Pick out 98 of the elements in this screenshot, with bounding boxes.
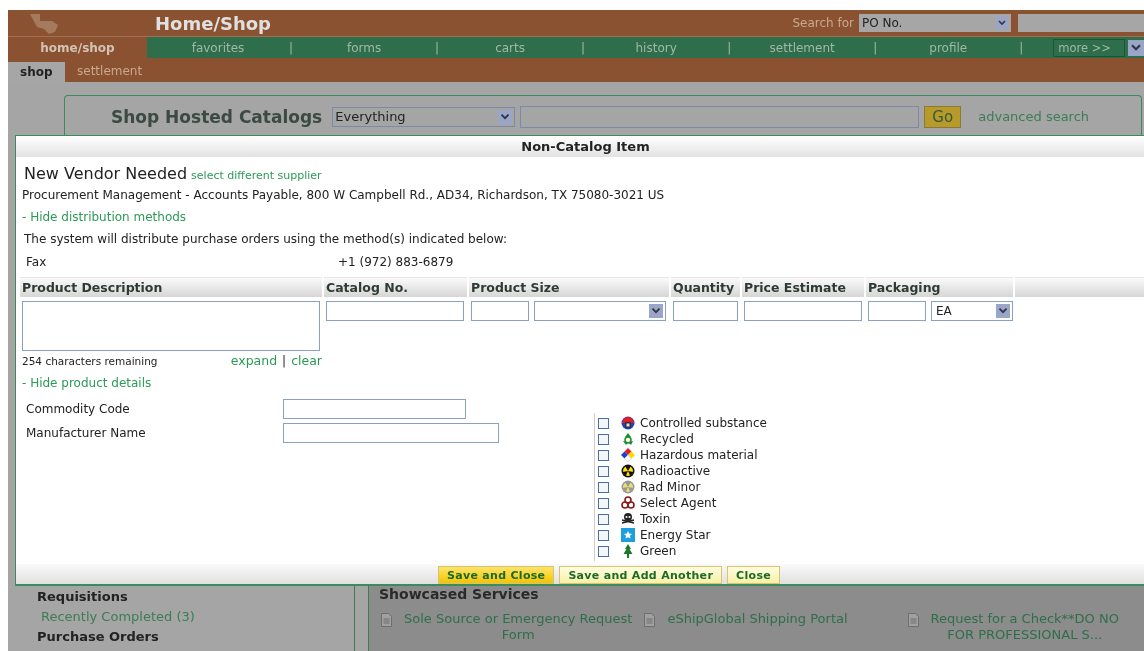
document-icon (644, 613, 656, 627)
sub-tab[interactable]: settlement (65, 62, 155, 80)
service-link[interactable]: eShipGlobal Shipping Portal (667, 611, 848, 627)
checkbox-label: Hazardous material (640, 448, 758, 462)
search-type-dropdown[interactable]: PO No. (859, 14, 1011, 32)
column-header: Price Estimate (742, 277, 864, 297)
character-counter: 254 characters remaining (22, 355, 158, 367)
dialog-button[interactable]: Save and Add Another (559, 566, 723, 584)
link-separator: | (282, 354, 287, 368)
checkbox[interactable] (598, 465, 609, 477)
size-unit-dropdown[interactable] (534, 301, 666, 321)
nav-tab[interactable]: history (585, 37, 728, 58)
document-icon (381, 613, 392, 627)
service-link[interactable]: Request for a Check**DO NO FOR PROFESSIONAL S... (930, 611, 1119, 643)
checkbox-label: Select Agent (640, 496, 717, 510)
tree-icon (621, 544, 635, 558)
catalog-search-field[interactable] (520, 105, 920, 128)
nav-separator: | (289, 40, 294, 55)
page-title: Home/Shop (155, 12, 271, 34)
nav-separator: | (727, 40, 732, 55)
column-header: Catalog No. (324, 277, 467, 297)
catalog-number-field[interactable] (326, 301, 464, 321)
lock-icon (621, 416, 635, 430)
checkbox[interactable] (598, 433, 609, 445)
size-field[interactable] (471, 301, 529, 321)
nav-separator: | (873, 40, 878, 55)
price-field[interactable] (744, 301, 862, 321)
nav-separator: | (435, 40, 440, 55)
star-icon (621, 528, 635, 542)
dropdown-arrow-icon (996, 17, 1008, 29)
checkbox-label: Toxin (640, 512, 671, 526)
section-heading: Purchase Orders (37, 629, 160, 646)
column-header: Product Description (20, 277, 322, 297)
dialog-button[interactable]: Close (727, 566, 781, 584)
dropdown-arrow-icon[interactable] (1128, 39, 1144, 56)
product-details-toggle-link[interactable]: - Hide product details (22, 376, 1144, 390)
section-heading: Requisitions (37, 589, 129, 606)
checkbox[interactable] (598, 481, 609, 493)
text-field[interactable] (283, 399, 466, 419)
nav-tab[interactable]: favorites (147, 37, 289, 58)
vendor-name: New Vendor Needed (24, 164, 188, 183)
quantity-field[interactable] (673, 301, 738, 321)
radiation-icon (621, 480, 635, 494)
checkbox-label: Rad Minor (640, 480, 701, 494)
search-label: Search for (792, 16, 854, 30)
field-label: Commodity Code (26, 402, 131, 416)
advanced-search-link[interactable]: advanced search (978, 109, 1090, 124)
recent-link[interactable]: Recently Completed (3) (37, 609, 354, 629)
biohazard-icon (621, 496, 635, 510)
checkbox[interactable] (598, 513, 609, 525)
checkbox[interactable] (598, 529, 609, 541)
checkbox[interactable] (598, 449, 609, 461)
column-header: Packaging (866, 277, 1013, 297)
packaging-field[interactable] (868, 301, 926, 321)
dialog-title: Non-Catalog Item (16, 136, 1144, 157)
column-header: Quantity (671, 277, 740, 297)
field-label: Manufacturer Name (26, 426, 147, 440)
scope-dropdown[interactable]: Everything (332, 106, 516, 127)
method-name: Fax (26, 255, 48, 269)
radiation-icon (621, 464, 635, 478)
checkbox-label: Green (640, 544, 677, 558)
nav-tab[interactable]: forms (293, 37, 436, 58)
nav-tab[interactable]: profile (877, 37, 1020, 58)
checkbox-label: Radioactive (640, 464, 711, 478)
distribution-note: The system will distribute purchase orders using the method(s) indicated below: (24, 232, 508, 246)
sub-tab[interactable]: shop (8, 62, 65, 82)
expand-link[interactable]: expand (230, 353, 278, 368)
skull-icon (621, 512, 635, 526)
recycle-icon (621, 432, 635, 446)
checkbox[interactable] (598, 497, 609, 509)
checkbox[interactable] (598, 417, 609, 429)
dialog-button[interactable]: Save and Close (438, 566, 555, 584)
checkbox-label: Recycled (640, 432, 694, 446)
text-field[interactable] (283, 423, 499, 443)
section-heading: Showcased Services (379, 586, 540, 602)
more-dropdown[interactable]: more >> (1053, 38, 1126, 57)
nav-tab[interactable]: carts (439, 37, 582, 58)
search-field[interactable] (1018, 14, 1144, 32)
select-supplier-link[interactable]: select different supplier (191, 169, 322, 182)
go-button[interactable]: Go (924, 105, 962, 128)
packaging-unit-dropdown[interactable]: EA (931, 301, 1013, 321)
nav-separator: | (1019, 40, 1024, 55)
catalog-search-title: Shop Hosted Catalogs (111, 106, 323, 127)
clear-link[interactable]: clear (291, 353, 322, 368)
document-icon (907, 613, 919, 627)
checkbox[interactable] (598, 545, 609, 557)
nav-tab[interactable]: home/shop (8, 37, 147, 58)
checkbox-label: Energy Star (640, 528, 711, 542)
column-header: Product Size (469, 277, 669, 297)
distribution-toggle-link[interactable]: - Hide distribution methods (22, 210, 1144, 224)
checkbox-label: Controlled substance (640, 416, 767, 430)
nav-tab[interactable]: settlement (731, 37, 874, 58)
description-field[interactable] (22, 301, 320, 351)
nav-separator: | (581, 40, 586, 55)
diamond-icon (621, 448, 635, 462)
vendor-address: Procurement Management - Accounts Payable, 800 W Campbell Rd., AD34, Richardson, TX 75080-3021 US (22, 188, 666, 202)
method-value: +1 (972) 883-6879 (338, 255, 454, 269)
service-link[interactable]: Sole Source or Emergency Request Form (404, 611, 633, 643)
